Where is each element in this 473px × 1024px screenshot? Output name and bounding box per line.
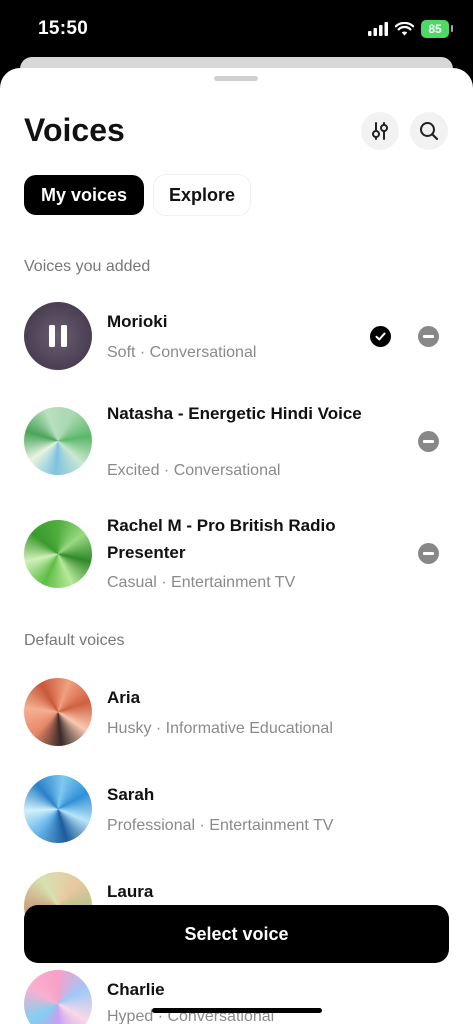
section-label-default: Default voices <box>24 632 125 649</box>
home-indicator <box>152 1008 322 1013</box>
voices-sheet: Voices My voices Explore Voices you adde… <box>0 68 473 1024</box>
remove-icon[interactable] <box>418 326 439 347</box>
battery-icon: 85 <box>421 20 453 38</box>
remove-icon[interactable] <box>418 431 439 452</box>
tab-explore[interactable]: Explore <box>154 175 250 215</box>
voice-description: Husky · Informative Educational <box>107 720 333 737</box>
voice-name: Laura <box>107 882 154 901</box>
voice-row-morioki[interactable]: Morioki Soft · Conversational <box>0 300 473 370</box>
voice-name: Aria <box>107 688 141 707</box>
voice-description: Soft · Conversational <box>107 344 257 361</box>
voice-avatar[interactable] <box>24 407 92 475</box>
voice-avatar[interactable] <box>24 678 92 746</box>
sliders-icon <box>372 122 388 140</box>
voice-row-natasha[interactable]: Natasha - Energetic Hindi Voice Excited … <box>0 402 473 482</box>
select-voice-button[interactable]: Select voice <box>24 905 449 963</box>
pause-icon <box>49 325 67 347</box>
status-bar: 15:50 85 <box>0 0 473 60</box>
voice-description: Casual · Entertainment TV <box>107 574 296 591</box>
voice-name: Natasha - Energetic Hindi Voice <box>107 404 362 423</box>
search-icon <box>420 122 439 141</box>
voice-avatar[interactable] <box>24 520 92 588</box>
voice-avatar[interactable] <box>24 775 92 843</box>
voice-row-sarah[interactable]: Sarah Professional · Entertainment TV <box>0 773 473 843</box>
tab-my-voices[interactable]: My voices <box>24 175 144 215</box>
voice-name: Morioki <box>107 312 168 331</box>
voice-avatar[interactable] <box>24 970 92 1024</box>
voice-description: Excited · Conversational <box>107 462 281 479</box>
status-icons: 85 <box>368 20 453 38</box>
voice-row-charlie[interactable]: Charlie Hyped · Conversational <box>0 968 473 1024</box>
voice-row-aria[interactable]: Aria Husky · Informative Educational <box>0 676 473 746</box>
remove-icon[interactable] <box>418 543 439 564</box>
signal-icon <box>368 22 388 36</box>
voice-name: Rachel M - Pro British Radio Presenter <box>107 516 336 562</box>
search-button[interactable] <box>410 112 448 150</box>
filter-button[interactable] <box>361 112 399 150</box>
page-title: Voices <box>24 112 125 148</box>
voice-name: Charlie <box>107 980 165 999</box>
wifi-icon <box>395 22 414 36</box>
voice-avatar[interactable] <box>24 302 92 370</box>
section-label-added: Voices you added <box>24 258 151 275</box>
voice-description: Professional · Entertainment TV <box>107 817 334 834</box>
sheet-grabber[interactable] <box>214 76 258 81</box>
voice-name: Sarah <box>107 785 155 804</box>
status-time: 15:50 <box>38 18 89 39</box>
checkmark-icon <box>370 326 391 347</box>
voice-row-rachel[interactable]: Rachel M - Pro British Radio Presenter C… <box>0 514 473 594</box>
